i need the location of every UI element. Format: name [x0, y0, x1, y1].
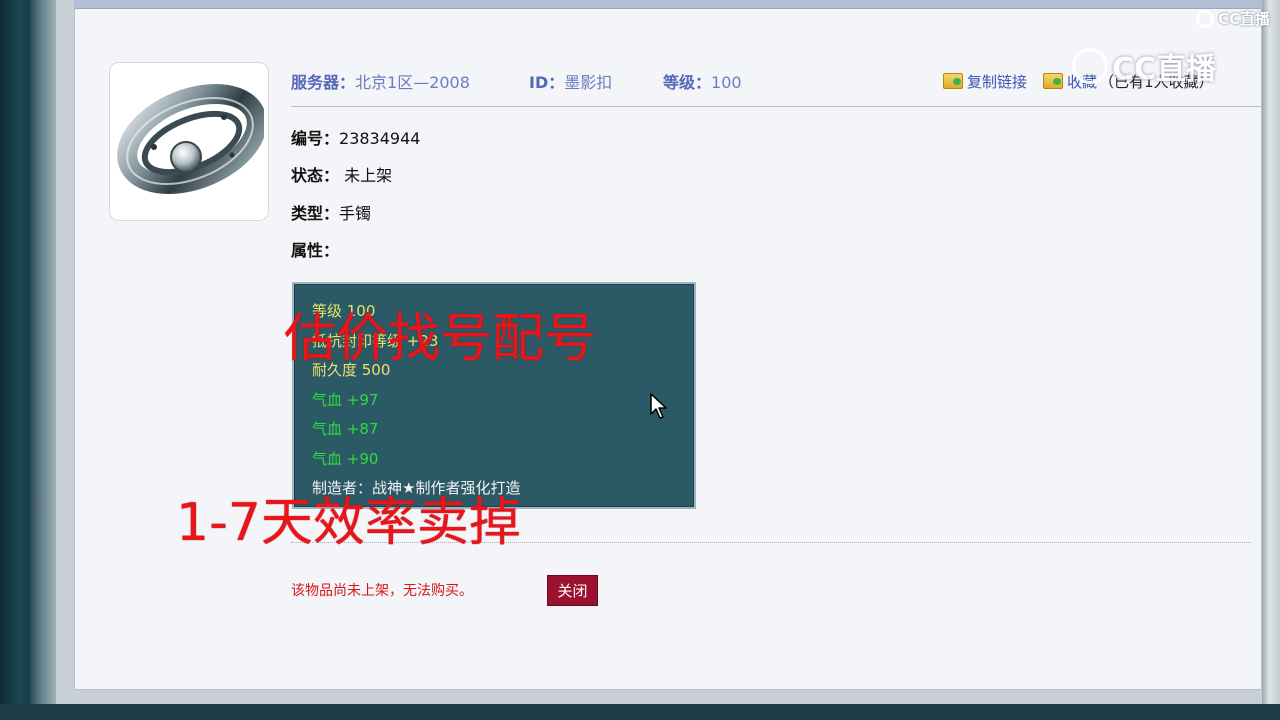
- cc-logo-icon: [1072, 48, 1108, 84]
- page-area: 服务器：北京1区—2008 ID：墨影扣 等级：100 复制链接 收藏 （已有1…: [56, 0, 1263, 704]
- bracelet-icon: [117, 83, 264, 194]
- left-frame: [0, 0, 32, 720]
- item-number: 编号：23834944: [291, 125, 420, 149]
- attr-line: 气血 +90: [312, 449, 379, 468]
- item-detail-panel: 服务器：北京1区—2008 ID：墨影扣 等级：100 复制链接 收藏 （已有1…: [74, 0, 1263, 690]
- panel-top-bar: [75, 1, 1261, 9]
- status-value: 未上架: [344, 166, 393, 185]
- number-value: 23834944: [339, 129, 421, 148]
- server-value: 北京1区—2008: [355, 73, 470, 92]
- level-value: 100: [711, 73, 742, 92]
- type-value: 手镯: [339, 204, 372, 223]
- watermark-big: CC直播: [1072, 44, 1216, 88]
- copy-link-label: 复制链接: [967, 72, 1028, 91]
- left-frame-stripe: [30, 0, 56, 720]
- folder-add-icon: [1043, 73, 1064, 89]
- watermark-small-text: CC直播: [1218, 10, 1271, 28]
- attr-line: 气血 +97: [312, 390, 379, 409]
- number-label: 编号：: [291, 129, 340, 148]
- type-label: 类型：: [291, 204, 340, 223]
- watermark-small: CC直播: [1196, 8, 1270, 29]
- item-attributes-label: 属性：: [291, 237, 339, 261]
- copy-link-button[interactable]: 复制链接: [943, 71, 1027, 92]
- attr-line: 气血 +87: [312, 420, 379, 438]
- item-status: 状态： 未上架: [291, 162, 392, 186]
- id-info: ID：墨影扣: [529, 69, 612, 93]
- item-image: [109, 62, 269, 221]
- overlay-caption-top: 估价找号配号: [284, 309, 597, 369]
- item-type: 类型：手镯: [291, 200, 371, 224]
- server-label: 服务器：: [291, 73, 356, 92]
- cc-logo-icon: [1196, 9, 1214, 28]
- not-listed-notice: 该物品尚未上架，无法购买。: [291, 583, 473, 599]
- id-value: 墨影扣: [564, 73, 613, 92]
- overlay-caption-bottom: 1-7天效率卖掉: [176, 493, 521, 553]
- folder-link-icon: [943, 73, 963, 89]
- level-info: 等级：100: [663, 69, 742, 93]
- bottom-frame: [0, 704, 1280, 720]
- header-divider: [291, 106, 1263, 107]
- mouse-pointer-icon: [650, 393, 667, 419]
- status-label: 状态：: [291, 166, 340, 185]
- close-button[interactable]: 关闭: [547, 575, 598, 606]
- server-info: 服务器：北京1区—2008: [291, 69, 470, 93]
- right-frame: [1262, 0, 1280, 720]
- attr-label: 属性：: [291, 241, 340, 260]
- level-label: 等级：: [663, 73, 712, 92]
- id-label: ID：: [529, 73, 565, 92]
- watermark-big-text: CC直播: [1112, 52, 1217, 87]
